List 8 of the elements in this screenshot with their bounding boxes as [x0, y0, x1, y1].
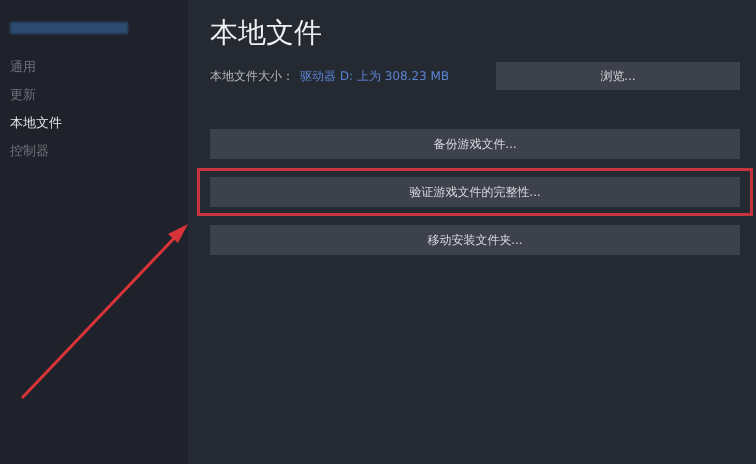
size-label: 本地文件大小：: [210, 68, 294, 84]
page-title: 本地文件: [210, 16, 323, 50]
size-link[interactable]: 驱动器 D: 上为 308.23 MB: [300, 68, 450, 84]
action-button[interactable]: 移动安装文件夹...: [210, 225, 740, 255]
action-button[interactable]: 备份游戏文件...: [210, 129, 740, 159]
sidebar-item[interactable]: 本地文件: [10, 110, 188, 138]
action-button[interactable]: 验证游戏文件的完整性...: [210, 177, 740, 207]
browse-button[interactable]: 浏览...: [496, 62, 740, 90]
